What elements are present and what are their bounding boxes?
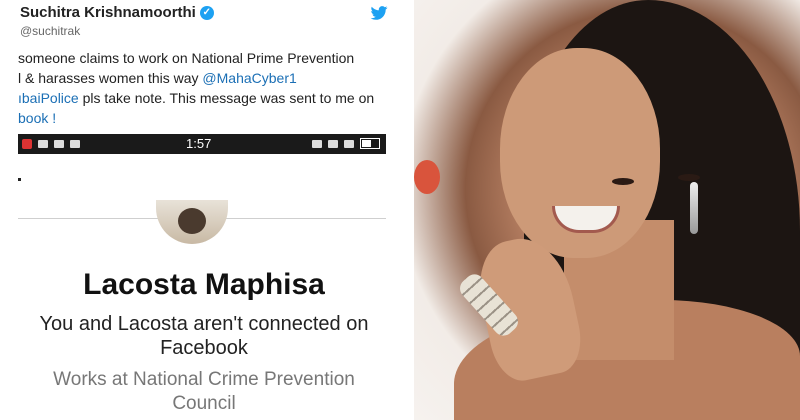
police-link-fragment[interactable]: ıbaiPolice <box>18 90 79 106</box>
tweet-line-3: ıbaiPolice pls take note. This message w… <box>18 88 403 108</box>
right-eye <box>678 174 700 181</box>
app-icon <box>70 140 80 148</box>
connection-line-1: You and Lacosta aren't connected on <box>39 313 369 335</box>
status-time: 1:57 <box>186 136 212 151</box>
tweet-line-3-rest: pls take note. This message was sent to … <box>78 90 375 106</box>
tweet-text: someone claims to work on National Prime… <box>18 48 403 128</box>
battery-icon <box>360 138 380 149</box>
tweet-line-4[interactable]: book ! <box>18 108 403 128</box>
work-line-1: Works at National Crime Prevention <box>53 369 355 390</box>
portrait-photo <box>414 0 800 420</box>
tweet-line-1: someone claims to work on National Prime… <box>18 50 355 66</box>
status-left-icons <box>22 138 80 150</box>
earring <box>690 182 698 234</box>
background-flower <box>414 160 440 194</box>
signal-icon <box>344 139 354 148</box>
mention-link[interactable]: @MahaCyber1 <box>202 70 296 86</box>
work-info: Works at National Crime Prevention Counc… <box>0 368 408 416</box>
status-right-icons <box>312 138 380 149</box>
author-name: Suchitra Krishnamoorthi <box>20 4 196 21</box>
verified-badge-icon: ✓ <box>199 6 214 21</box>
work-line-2: Council <box>172 393 236 414</box>
profile-name[interactable]: Lacosta Maphisa <box>0 268 408 302</box>
stray-mark <box>18 178 21 181</box>
tweet-line-2: l & harasses women this way @MahaCyber1 <box>18 70 297 86</box>
tweet-handle[interactable]: @suchitrak <box>20 24 80 38</box>
app-icon <box>54 140 64 148</box>
notification-icon <box>22 139 32 149</box>
connection-line-2: Facebook <box>160 337 248 359</box>
profile-avatar[interactable] <box>156 200 228 244</box>
left-eye <box>612 178 634 185</box>
screenshot-panel: Suchitra Krishnamoorthi ✓ @suchitrak some… <box>0 0 408 420</box>
twitter-bird-icon <box>370 6 388 20</box>
avatar-head <box>178 208 206 234</box>
connection-status: You and Lacosta aren't connected on Face… <box>0 312 408 360</box>
phone-status-bar: 1:57 <box>18 134 386 154</box>
signal-icon <box>312 139 322 148</box>
wifi-icon <box>38 140 48 148</box>
tweet-author[interactable]: Suchitra Krishnamoorthi ✓ <box>20 4 214 21</box>
eye-icon <box>328 139 338 148</box>
